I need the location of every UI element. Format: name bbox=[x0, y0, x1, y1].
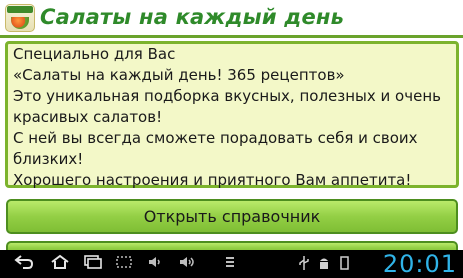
intro-line: красивых салатов! bbox=[13, 108, 163, 126]
app-logo-icon bbox=[5, 4, 35, 32]
intro-line: Это уникальная подборка вкусных, полезны… bbox=[13, 87, 441, 105]
intro-line: «Салаты на каждый день! 365 рецептов» bbox=[13, 66, 345, 84]
menu-icon[interactable] bbox=[218, 254, 242, 274]
system-navigation-bar: 20:01 bbox=[0, 250, 463, 278]
home-icon[interactable] bbox=[48, 254, 72, 274]
intro-panel: Специально для Вас «Салаты на каждый ден… bbox=[5, 41, 459, 189]
app-title: Салаты на каждый день bbox=[40, 5, 345, 29]
title-bar: Салаты на каждый день bbox=[0, 0, 463, 38]
open-guide-button[interactable]: Открыть справочник bbox=[6, 199, 458, 234]
screenshot-icon[interactable] bbox=[112, 254, 136, 274]
intro-line: С ней вы всегда сможете порадовать себя … bbox=[13, 129, 418, 147]
android-debug-icon bbox=[316, 255, 332, 273]
volume-up-icon[interactable] bbox=[176, 254, 200, 274]
back-icon[interactable] bbox=[12, 254, 36, 274]
volume-down-icon[interactable] bbox=[144, 254, 168, 274]
intro-line: Специально для Вас bbox=[13, 45, 176, 63]
clock: 20:01 bbox=[382, 250, 457, 278]
usb-icon bbox=[296, 255, 312, 273]
storage-icon bbox=[336, 255, 352, 273]
recent-apps-icon[interactable] bbox=[80, 254, 104, 274]
intro-line: Хорошего настроения и приятного Вам аппе… bbox=[13, 171, 412, 189]
intro-line: близких! bbox=[13, 150, 84, 168]
